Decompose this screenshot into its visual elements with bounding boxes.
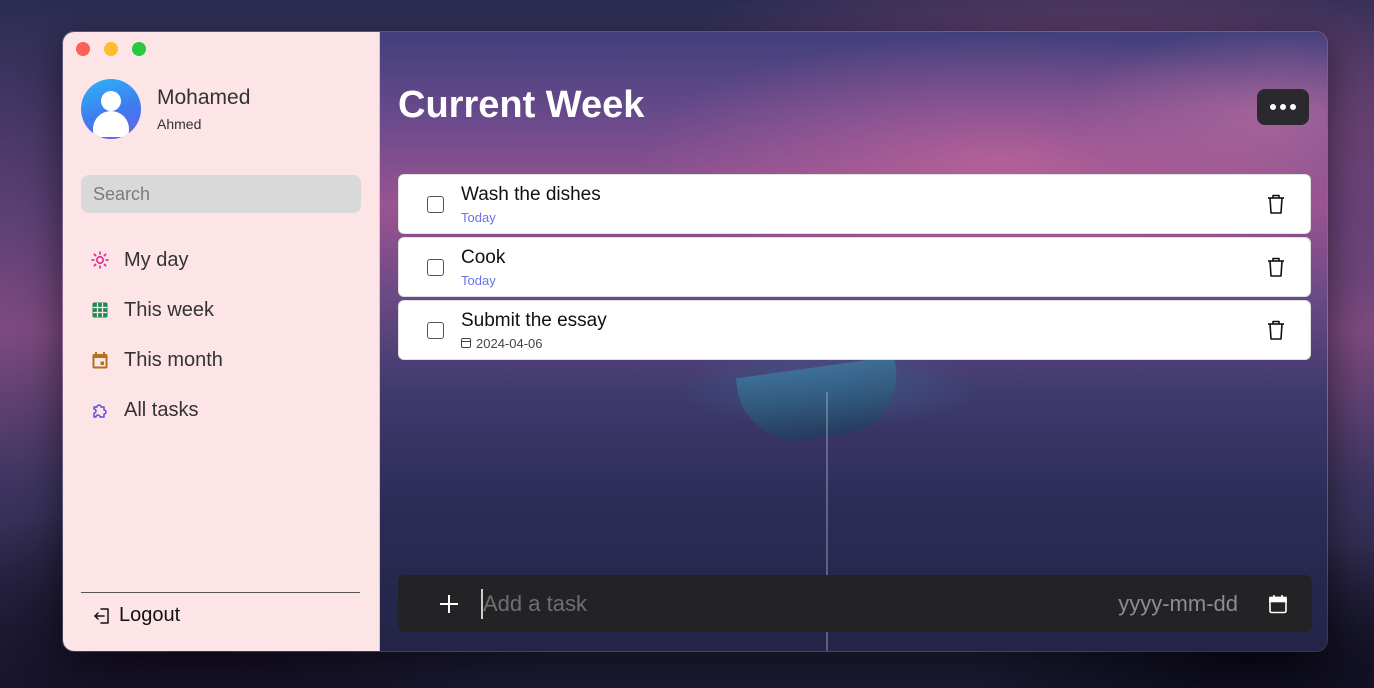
task-due-label: 2024-04-06 [476, 335, 543, 351]
app-window: Mohamed Ahmed My day [62, 31, 1328, 652]
add-task-bar [398, 575, 1312, 632]
grid-table-icon [91, 301, 109, 319]
sidebar-item-label: All tasks [124, 398, 199, 421]
window-controls [76, 42, 146, 56]
sun-icon [91, 251, 109, 269]
sidebar-item-all-tasks[interactable]: All tasks [91, 385, 223, 435]
user-profile: Mohamed Ahmed [81, 79, 250, 139]
search-box [81, 175, 361, 213]
sidebar-item-label: My day [124, 248, 189, 271]
minimize-window-button[interactable] [104, 42, 118, 56]
sidebar: Mohamed Ahmed My day [63, 32, 380, 651]
trash-icon[interactable] [1267, 257, 1285, 277]
logout-button[interactable]: Logout [93, 604, 180, 627]
task-item[interactable]: Wash the dishes Today [398, 174, 1311, 234]
maximize-window-button[interactable] [132, 42, 146, 56]
sidebar-item-this-month[interactable]: This month [91, 335, 223, 385]
logout-label: Logout [119, 604, 181, 626]
logout-icon [93, 607, 111, 625]
task-due-label: Today [461, 209, 496, 225]
page-title: Current Week [398, 84, 645, 126]
task-checkbox[interactable] [427, 258, 444, 276]
task-item[interactable]: Submit the essay 2024-04-06 [398, 300, 1311, 360]
sidebar-item-label: This month [124, 348, 223, 371]
task-title: Cook [461, 246, 506, 268]
trash-icon[interactable] [1267, 320, 1285, 340]
avatar [81, 79, 141, 139]
calendar-icon [461, 338, 471, 348]
background-boat [735, 356, 905, 448]
sidebar-item-my-day[interactable]: My day [91, 235, 223, 285]
task-checkbox[interactable] [427, 195, 444, 213]
more-options-button[interactable] [1257, 89, 1309, 125]
sidebar-item-label: This week [124, 298, 215, 321]
task-item[interactable]: Cook Today [398, 237, 1311, 297]
more-dots-icon [1270, 104, 1276, 110]
user-first-name: Mohamed [157, 86, 251, 109]
main-panel: Current Week Wash the dishes Today Cook … [380, 32, 1327, 651]
sidebar-nav: My day This week This month All tasks [91, 235, 223, 435]
add-task-input[interactable] [481, 588, 1088, 619]
task-list: Wash the dishes Today Cook Today Submit … [398, 174, 1311, 363]
user-last-name: Ahmed [157, 116, 202, 132]
task-due-label: Today [461, 272, 496, 288]
due-date-input[interactable] [1088, 590, 1238, 617]
search-input[interactable] [93, 183, 349, 205]
sidebar-divider [81, 592, 360, 593]
calendar-icon [91, 351, 109, 369]
task-checkbox[interactable] [427, 321, 444, 339]
sidebar-item-this-week[interactable]: This week [91, 285, 223, 335]
calendar-icon[interactable] [1268, 594, 1288, 614]
close-window-button[interactable] [76, 42, 90, 56]
task-title: Wash the dishes [461, 183, 601, 205]
trash-icon[interactable] [1267, 194, 1285, 214]
task-due-date: 2024-04-06 [461, 336, 607, 351]
task-title: Submit the essay [461, 309, 607, 331]
puzzle-icon [91, 401, 109, 419]
plus-icon[interactable] [436, 591, 462, 617]
